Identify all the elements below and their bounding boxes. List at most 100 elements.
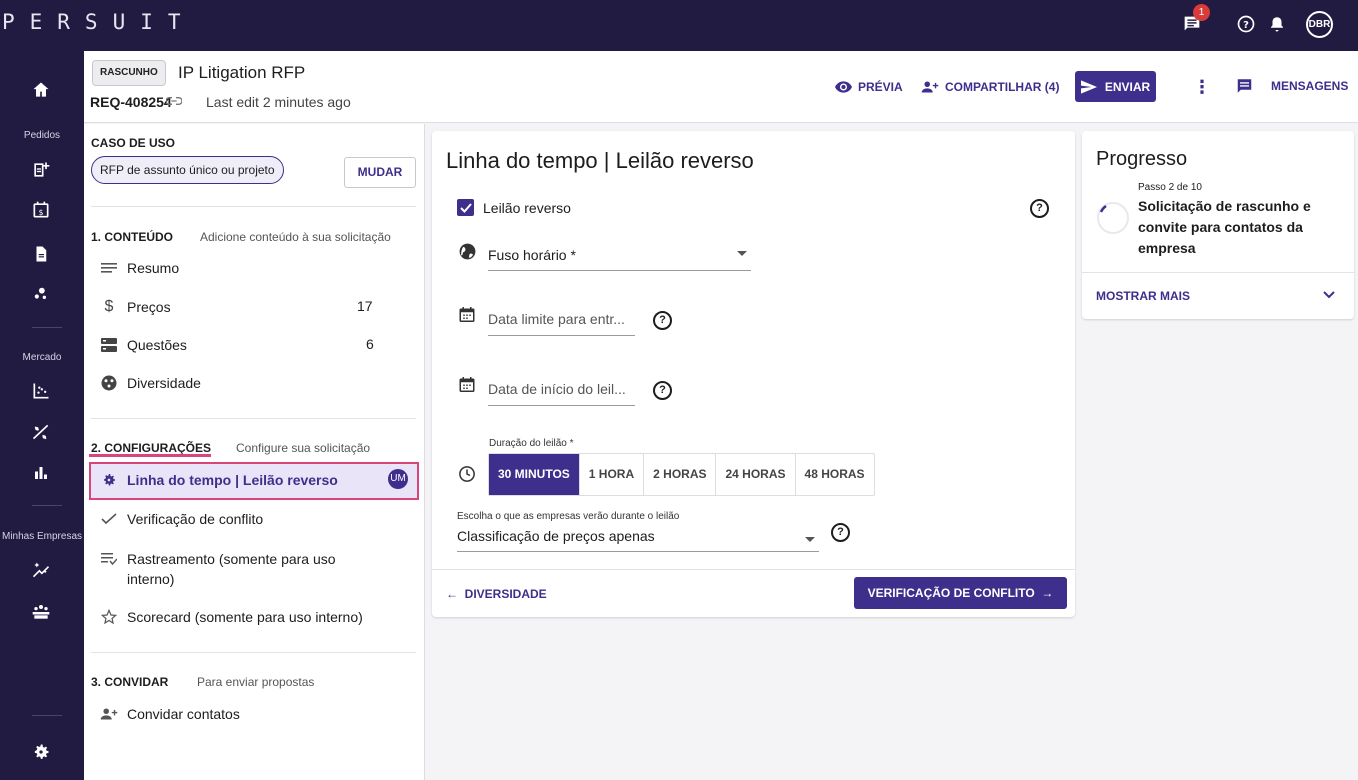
nav-item-invite-contacts[interactable]: Convidar contatos xyxy=(100,705,240,723)
nav-item-scorecard[interactable]: Scorecard (somente para uso interno) xyxy=(100,608,363,626)
deadline-placeholder: Data limite para entr... xyxy=(488,311,625,327)
user-avatar[interactable]: DBR xyxy=(1306,11,1333,38)
request-header: RASCUNHO IP Litigation RFP REQ-408254 La… xyxy=(84,51,1358,123)
timezone-select[interactable]: Fuso horário * xyxy=(488,247,751,271)
deadline-date-input[interactable]: Data limite para entr... xyxy=(488,311,635,336)
invite-section-title: 3. CONVIDAR xyxy=(91,675,169,689)
nav-item-summary[interactable]: Resumo xyxy=(100,259,179,277)
nav-item-pricing[interactable]: $ Preços xyxy=(100,298,171,316)
share-label: COMPARTILHAR (4) xyxy=(945,80,1060,94)
next-conflict-check-button[interactable]: VERIFICAÇÃO DE CONFLITO → xyxy=(854,577,1067,609)
nav-item-label-multiline: Rastreamento (somente para uso interno) xyxy=(127,549,336,589)
bubbles-icon[interactable] xyxy=(30,283,52,305)
home-icon[interactable] xyxy=(30,79,52,101)
svg-text:$: $ xyxy=(39,208,44,217)
bell-icon[interactable] xyxy=(1265,12,1289,36)
preview-button[interactable]: PRÉVIA xyxy=(835,80,903,94)
help-icon[interactable]: ? xyxy=(653,311,672,330)
use-case-chip[interactable]: RFP de assunto único ou projeto xyxy=(91,156,284,184)
lines-icon xyxy=(100,259,118,277)
add-person-icon xyxy=(100,705,118,723)
team-icon[interactable] xyxy=(30,601,52,623)
top-bar: PERSUIT 1 ? DBR xyxy=(0,0,1358,51)
link-icon[interactable] xyxy=(165,94,183,109)
tracking-label-line-2: interno) xyxy=(127,571,175,587)
settings-title-highlight xyxy=(89,454,211,457)
persuit-logo[interactable]: PERSUIT xyxy=(2,10,196,34)
chevron-down-icon xyxy=(737,251,747,256)
start-date-input[interactable]: Data de início do leil... xyxy=(488,381,635,406)
new-request-icon[interactable] xyxy=(30,159,52,181)
nav-item-label: Scorecard (somente para uso interno) xyxy=(127,609,363,625)
draft-status-badge: RASCUNHO xyxy=(92,60,166,86)
reverse-auction-checkbox[interactable] xyxy=(457,199,474,216)
nav-item-tracking[interactable]: Rastreamento (somente para uso interno) xyxy=(100,549,336,589)
back-to-diversity-button[interactable]: ← DIVERSIDADE xyxy=(446,587,547,601)
timezone-label: Fuso horário * xyxy=(488,247,576,263)
nav-item-timeline-reverse-auction[interactable]: Linha do tempo | Leilão reverso xyxy=(100,471,338,489)
visibility-select[interactable]: Classificação de preços apenas xyxy=(457,528,819,552)
messages-button[interactable]: MENSAGENS xyxy=(1235,77,1348,95)
sparkle-trend-icon[interactable] xyxy=(30,559,52,581)
send-label: ENVIAR xyxy=(1104,79,1151,94)
gear-icon xyxy=(100,471,118,489)
add-person-icon xyxy=(921,81,939,93)
show-more-button[interactable]: MOSTRAR MAIS xyxy=(1096,289,1190,303)
arrow-left-icon: ← xyxy=(446,587,465,601)
section-divider xyxy=(91,652,416,653)
clock-icon xyxy=(457,464,477,484)
duration-24-hours[interactable]: 24 HORAS xyxy=(716,454,796,495)
progress-divider xyxy=(1082,272,1354,273)
card-title: Linha do tempo | Leilão reverso xyxy=(446,148,754,173)
nav-item-diversity[interactable]: Diversidade xyxy=(100,374,201,392)
nav-item-label: Verificação de conflito xyxy=(127,511,264,527)
duration-48-hours[interactable]: 48 HORAS xyxy=(796,454,874,495)
rail-label-companies: Minhas Empresas xyxy=(1,531,83,542)
questions-icon xyxy=(100,336,118,354)
duration-30-minutes[interactable]: 30 MINUTOS xyxy=(489,454,580,495)
start-date-placeholder: Data de início do leil... xyxy=(488,381,626,397)
request-id: REQ-408254 xyxy=(90,94,172,110)
nav-item-label: Diversidade xyxy=(127,375,201,391)
tracking-label-line-1: Rastreamento (somente para uso xyxy=(127,551,336,567)
bar-chart-icon[interactable] xyxy=(30,462,52,484)
rail-divider xyxy=(32,715,62,716)
duration-1-hour[interactable]: 1 HORA xyxy=(580,454,645,495)
send-button[interactable]: ENVIAR xyxy=(1075,71,1156,102)
messages-icon xyxy=(1237,79,1252,93)
calendar-dollar-icon[interactable]: $ xyxy=(30,199,52,221)
checkmark-icon xyxy=(459,202,472,213)
rail-label-market: Mercado xyxy=(22,352,62,363)
nav-item-conflict-check[interactable]: Verificação de conflito xyxy=(100,510,263,528)
more-options-icon[interactable]: ⋮ xyxy=(1193,77,1211,98)
help-icon[interactable]: ? xyxy=(831,523,850,542)
progress-current-step: Solicitação de rascunho e convite para c… xyxy=(1138,198,1311,256)
help-icon[interactable]: ? xyxy=(1030,199,1049,218)
help-icon[interactable]: ? xyxy=(653,381,672,400)
content-section-title: 1. CONTEÚDO xyxy=(91,230,174,244)
invite-section-subtitle: Para enviar propostas xyxy=(197,675,315,689)
tracking-icon xyxy=(100,550,118,568)
share-button[interactable]: COMPARTILHAR (4) xyxy=(921,80,1059,94)
duration-label: Duração do leilão * xyxy=(489,438,574,449)
scatter-chart-icon[interactable] xyxy=(30,380,52,402)
change-use-case-button[interactable]: MUDAR xyxy=(344,157,416,188)
help-icon[interactable]: ? xyxy=(1234,12,1258,36)
globe-icon xyxy=(457,241,477,261)
nav-item-label: Resumo xyxy=(127,260,180,276)
preview-label: PRÉVIA xyxy=(858,80,903,94)
visibility-label: Escolha o que as empresas verão durante … xyxy=(457,511,680,522)
chevron-down-icon xyxy=(805,537,815,542)
settings-gear-icon[interactable] xyxy=(30,741,52,763)
nav-item-questions[interactable]: Questões xyxy=(100,336,187,354)
last-edit-text: Last edit 2 minutes ago xyxy=(206,94,351,110)
assignee-avatar[interactable]: UM xyxy=(388,469,408,489)
progress-title: Progresso xyxy=(1096,148,1188,170)
chevron-down-icon[interactable] xyxy=(1322,287,1336,305)
duration-toggle-group: 30 MINUTOS 1 HORA 2 HORAS 24 HORAS 48 HO… xyxy=(488,453,875,496)
document-icon[interactable] xyxy=(30,243,52,265)
duration-2-hours[interactable]: 2 HORAS xyxy=(644,454,717,495)
star-icon xyxy=(100,608,118,626)
messages-label: MENSAGENS xyxy=(1271,79,1349,93)
analytics-icon[interactable] xyxy=(30,421,52,443)
